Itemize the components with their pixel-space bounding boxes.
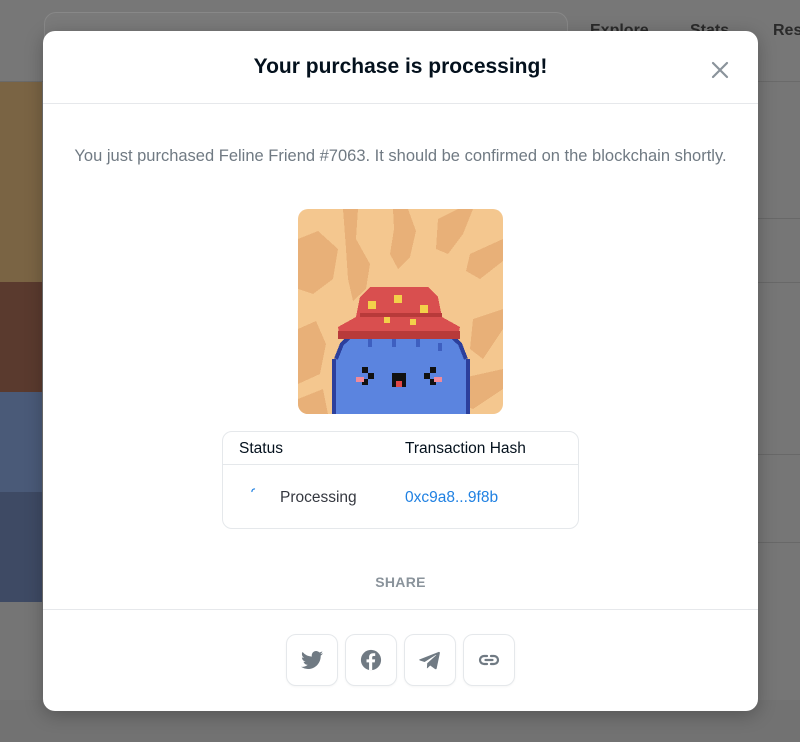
share-label: SHARE (375, 574, 426, 590)
telegram-icon (419, 651, 440, 670)
pixel-cat-nft-icon (298, 209, 503, 414)
background-artwork (0, 82, 42, 602)
transaction-table: Status Transaction Hash Processing 0xc9a… (222, 431, 579, 529)
transaction-hash-link[interactable]: 0xc9a8...9f8b (405, 489, 498, 507)
share-facebook-button[interactable] (345, 634, 397, 686)
close-button[interactable] (707, 57, 733, 83)
purchase-message: You just purchased Feline Friend #7063. … (74, 147, 727, 165)
twitter-icon (301, 651, 323, 669)
purchase-modal: Your purchase is processing! You just pu… (43, 31, 758, 711)
footer-divider (43, 609, 758, 610)
background-side-panel (758, 82, 800, 742)
share-twitter-button[interactable] (286, 634, 338, 686)
background-nav-resources: Res (773, 22, 800, 39)
hash-column-header: Transaction Hash (405, 440, 526, 457)
copy-link-button[interactable] (463, 634, 515, 686)
status-column-header: Status (239, 440, 283, 457)
modal-title: Your purchase is processing! (253, 55, 548, 78)
share-telegram-button[interactable] (404, 634, 456, 686)
close-icon (711, 61, 729, 79)
facebook-icon (360, 649, 382, 671)
transaction-status: Processing (280, 489, 357, 506)
loading-spinner-icon (251, 488, 256, 493)
modal-header: Your purchase is processing! (43, 31, 758, 104)
transaction-table-header: Status Transaction Hash (223, 432, 578, 465)
nft-image (298, 209, 503, 414)
link-icon (478, 654, 500, 666)
